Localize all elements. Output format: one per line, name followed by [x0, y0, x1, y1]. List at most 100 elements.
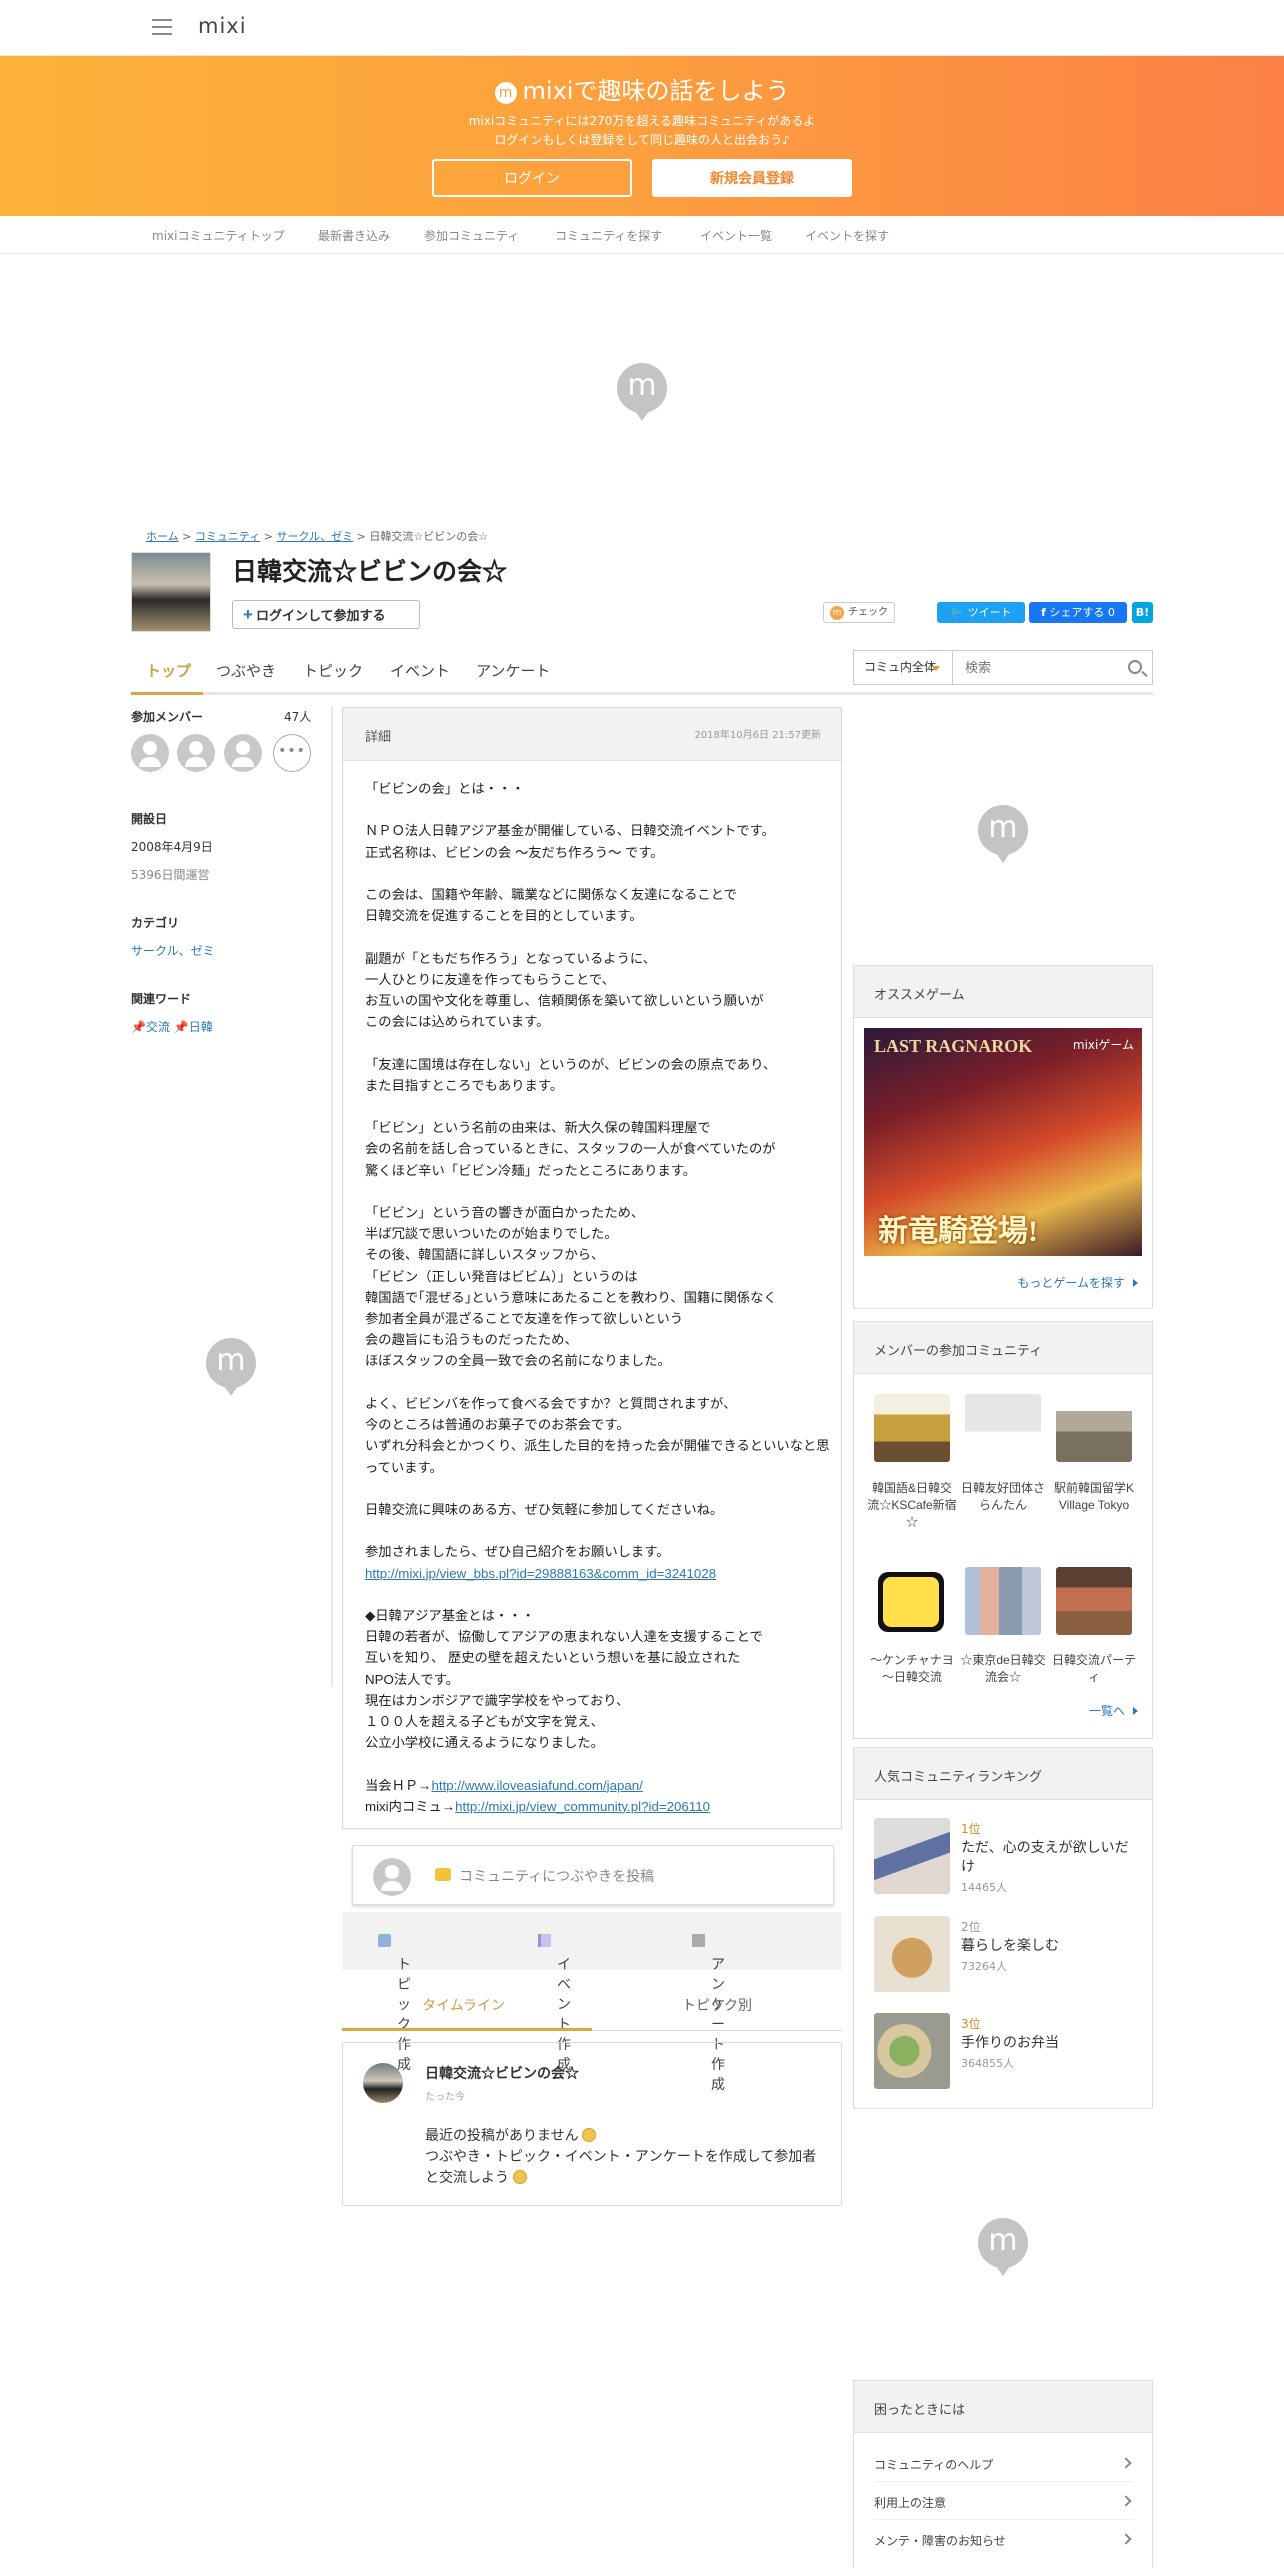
search-icon[interactable] [1128, 660, 1142, 674]
facebook-share-button[interactable]: f シェアする 0 [1029, 602, 1127, 623]
more-members-button[interactable]: ••• [273, 734, 311, 772]
tab-timeline[interactable]: タイムライン [422, 1995, 505, 2015]
create-survey-button[interactable]: アンケート作成 [692, 1933, 725, 2092]
menu-icon[interactable] [152, 19, 172, 35]
breadcrumb-category[interactable]: サークル、ゼミ [276, 530, 353, 543]
more-games-link[interactable]: もっとゲームを探す [1017, 1274, 1138, 1291]
top-bar: mixi [0, 0, 1284, 56]
speech-bubble-icon [435, 1868, 451, 1881]
category-link[interactable]: サークル、ゼミ [131, 942, 215, 959]
subnav-events[interactable]: イベント一覧 [700, 227, 772, 244]
detail-line: お互いの国や文化を尊重し、信頼関係を築いて欲しいという願いが [365, 993, 764, 1009]
mixi-logo[interactable]: mixi [198, 14, 247, 38]
tab-survey[interactable]: アンケート [476, 660, 550, 681]
member-avatar[interactable] [224, 734, 262, 772]
detail-line: 副題が「ともだち作ろう」となっているように、 [365, 950, 657, 966]
detail-line: また目指すところでもあります。 [365, 1077, 564, 1093]
ad-placeholder-logo: m [978, 805, 1028, 863]
timeline-tab-indicator [342, 2028, 592, 2031]
ranking-thumb[interactable] [874, 2013, 950, 2089]
word-link-koryu[interactable]: 交流 [146, 1020, 170, 1034]
detail-line: 日韓交流を促進することを目的としています。 [365, 908, 643, 924]
post-author[interactable]: 日韓交流☆ビビンの会☆ [425, 2063, 579, 2083]
ranking-thumb[interactable] [874, 1818, 950, 1894]
detail-line: 韓国語で｢混ぜる｣という意味にあたることを教わり、国籍に関係なく [365, 1289, 777, 1305]
related-words-label: 関連ワード [131, 992, 192, 1006]
create-event-button[interactable]: イベント作成 [538, 1933, 571, 2072]
hatena-bookmark-button[interactable]: B! [1132, 602, 1153, 623]
community-thumbnail[interactable] [131, 552, 211, 632]
join-button[interactable]: + ログインして参加する [232, 600, 420, 629]
tweet-button[interactable]: 🐦 ツイート [937, 602, 1025, 623]
ranking-thumb[interactable] [874, 1916, 950, 1992]
detail-panel: 詳細 2018年10月6日 21:57更新 「ビビンの会」とは・・・ ＮＰＯ法人… [342, 707, 842, 1829]
ranking-title-3[interactable]: 手作りのお弁当 [961, 2033, 1136, 2052]
detail-line: 「ビビン（正しい発音はビビム）」というのは [365, 1268, 638, 1284]
member-communities-more-link[interactable]: 一覧へ [1089, 1702, 1138, 1719]
detail-line: よく、ビビンバを作って食べる会ですか？と質問されますが、 [365, 1395, 737, 1411]
breadcrumb-home[interactable]: ホーム [146, 530, 179, 543]
ranking-title-1[interactable]: ただ、心の支えが欲しいだけ [961, 1838, 1136, 1876]
community-thumb[interactable] [874, 1567, 950, 1635]
breadcrumb-community[interactable]: コミュニティ [195, 530, 260, 543]
create-topic-button[interactable]: トピック作成 [378, 1933, 411, 2072]
member-avatar[interactable] [131, 734, 169, 772]
user-avatar [373, 1858, 411, 1896]
tab-tsubuyaki[interactable]: つぶやき [216, 660, 276, 681]
community-thumb[interactable] [965, 1394, 1041, 1462]
detail-line: ほぼスタッフの全員一致で会の名前になりました。 [365, 1353, 671, 1369]
subnav-community-top[interactable]: mixiコミュニティトップ [152, 227, 285, 244]
register-button[interactable]: 新規会員登録 [652, 159, 852, 197]
community-name[interactable]: ☆東京de日韓交流会☆ [958, 1652, 1048, 1686]
smile-emoji-icon [582, 2128, 597, 2142]
community-name[interactable]: 駅前韓国留学K Village Tokyo [1049, 1480, 1139, 1514]
subnav-find-community[interactable]: コミュニティを探す [555, 227, 662, 244]
community-thumb[interactable] [965, 1567, 1041, 1635]
game-banner[interactable]: LAST RAGNAROK mixiゲーム 新竜騎登場! [864, 1028, 1142, 1256]
banner-line-2: ログインもしくは登録をして同じ趣味の人と出会おう♪ [494, 133, 790, 147]
community-name[interactable]: 韓国語&日韓交流☆KSCafe新宿☆ [867, 1480, 957, 1531]
community-name[interactable]: ～ケンチャナヨ～日韓交流 [867, 1652, 957, 1686]
bird-icon: 🐦 [950, 606, 965, 619]
detail-line: 驚くほど辛い「ビビン冷麺」だったところにあります。 [365, 1162, 697, 1178]
tab-by-topic[interactable]: トピック別 [682, 1995, 752, 2015]
ad-placeholder-logo: m [206, 1338, 256, 1396]
community-thumb[interactable] [1056, 1567, 1132, 1635]
detail-line: 会の趣旨にも沿うものだったため、 [365, 1332, 578, 1348]
community-title: 日韓交流☆ビビンの会☆ [232, 558, 508, 586]
help-maintenance[interactable]: メンテ・障害のお知らせ [874, 2532, 1006, 2549]
subnav-joined[interactable]: 参加コミュニティ [424, 227, 519, 244]
member-avatar[interactable] [177, 734, 215, 772]
tab-event[interactable]: イベント [390, 660, 450, 681]
login-button[interactable]: ログイン [432, 159, 632, 197]
chevron-right-icon [1120, 2457, 1132, 2469]
ad-placeholder-logo: m [617, 363, 667, 421]
ranking-title-2[interactable]: 暮らしを楽しむ [961, 1936, 1136, 1955]
community-avatar[interactable] [363, 2063, 403, 2103]
member-communities-box: メンバーの参加コミュニティ 韓国語&日韓交流☆KSCafe新宿☆ 日韓友好団体さ… [853, 1321, 1153, 1739]
detail-line: ＮＰＯ法人日韓アジア基金が開催している、日韓交流イベントです。 [365, 823, 775, 839]
community-name[interactable]: 日韓交流パーティ [1049, 1652, 1139, 1686]
tab-topic[interactable]: トピック [303, 660, 363, 681]
tsubuyaki-compose[interactable]: コミュニティにつぶやきを投稿 [352, 1845, 834, 1905]
check-button[interactable]: m チェック [823, 602, 895, 623]
subnav-latest[interactable]: 最新書き込み [318, 227, 390, 244]
mixi-community-link[interactable]: http://mixi.jp/view_community.pl?id=2061… [455, 1799, 710, 1814]
help-community[interactable]: コミュニティのヘルプ [874, 2456, 993, 2473]
bbs-link[interactable]: http://mixi.jp/view_bbs.pl?id=29888163&c… [365, 1566, 716, 1581]
community-thumb[interactable] [874, 1394, 950, 1462]
community-thumb[interactable] [1056, 1394, 1132, 1462]
help-usage-notes[interactable]: 利用上の注意 [874, 2494, 946, 2511]
subnav-find-events[interactable]: イベントを探す [805, 227, 889, 244]
search-scope-select[interactable]: コミュ内全体 [853, 650, 953, 685]
detail-line: この会は、国籍や年齢、職業などに関係なく友達になることで [365, 887, 737, 903]
tab-top[interactable]: トップ [146, 660, 191, 681]
community-name[interactable]: 日韓友好団体さらんたん [958, 1480, 1048, 1514]
detail-line: 日韓の若者が、協働してアジアの恵まれない人達を支援することで [365, 1629, 763, 1645]
search-input[interactable]: 検索 [953, 650, 1153, 685]
detail-title: 詳細 [365, 730, 392, 745]
members-count: 47人 [284, 710, 312, 724]
hp-link[interactable]: http://www.iloveasiafund.com/japan/ [431, 1778, 642, 1793]
word-link-nikkan[interactable]: 日韓 [189, 1020, 213, 1034]
help-title: 困ったときには [874, 2403, 966, 2418]
